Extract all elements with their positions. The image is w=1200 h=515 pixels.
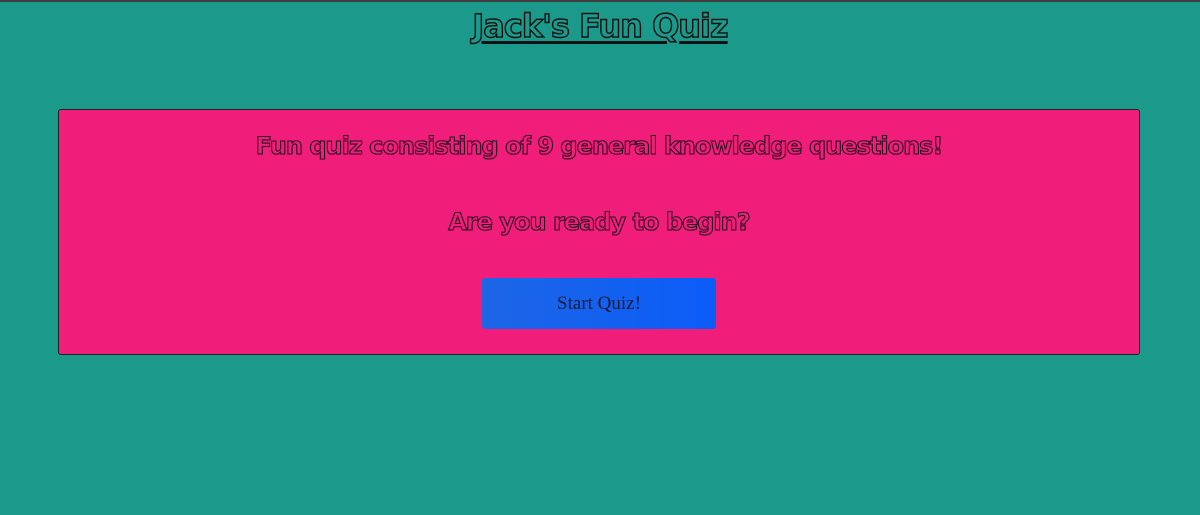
page-title: Jack's Fun Quiz — [472, 6, 730, 45]
start-quiz-button[interactable]: Start Quiz! — [482, 278, 716, 329]
ready-prompt: Are you ready to begin? — [448, 207, 751, 236]
quiz-description: Fun quiz consisting of 9 general knowled… — [255, 131, 944, 160]
quiz-intro-card: Fun quiz consisting of 9 general knowled… — [58, 109, 1140, 355]
